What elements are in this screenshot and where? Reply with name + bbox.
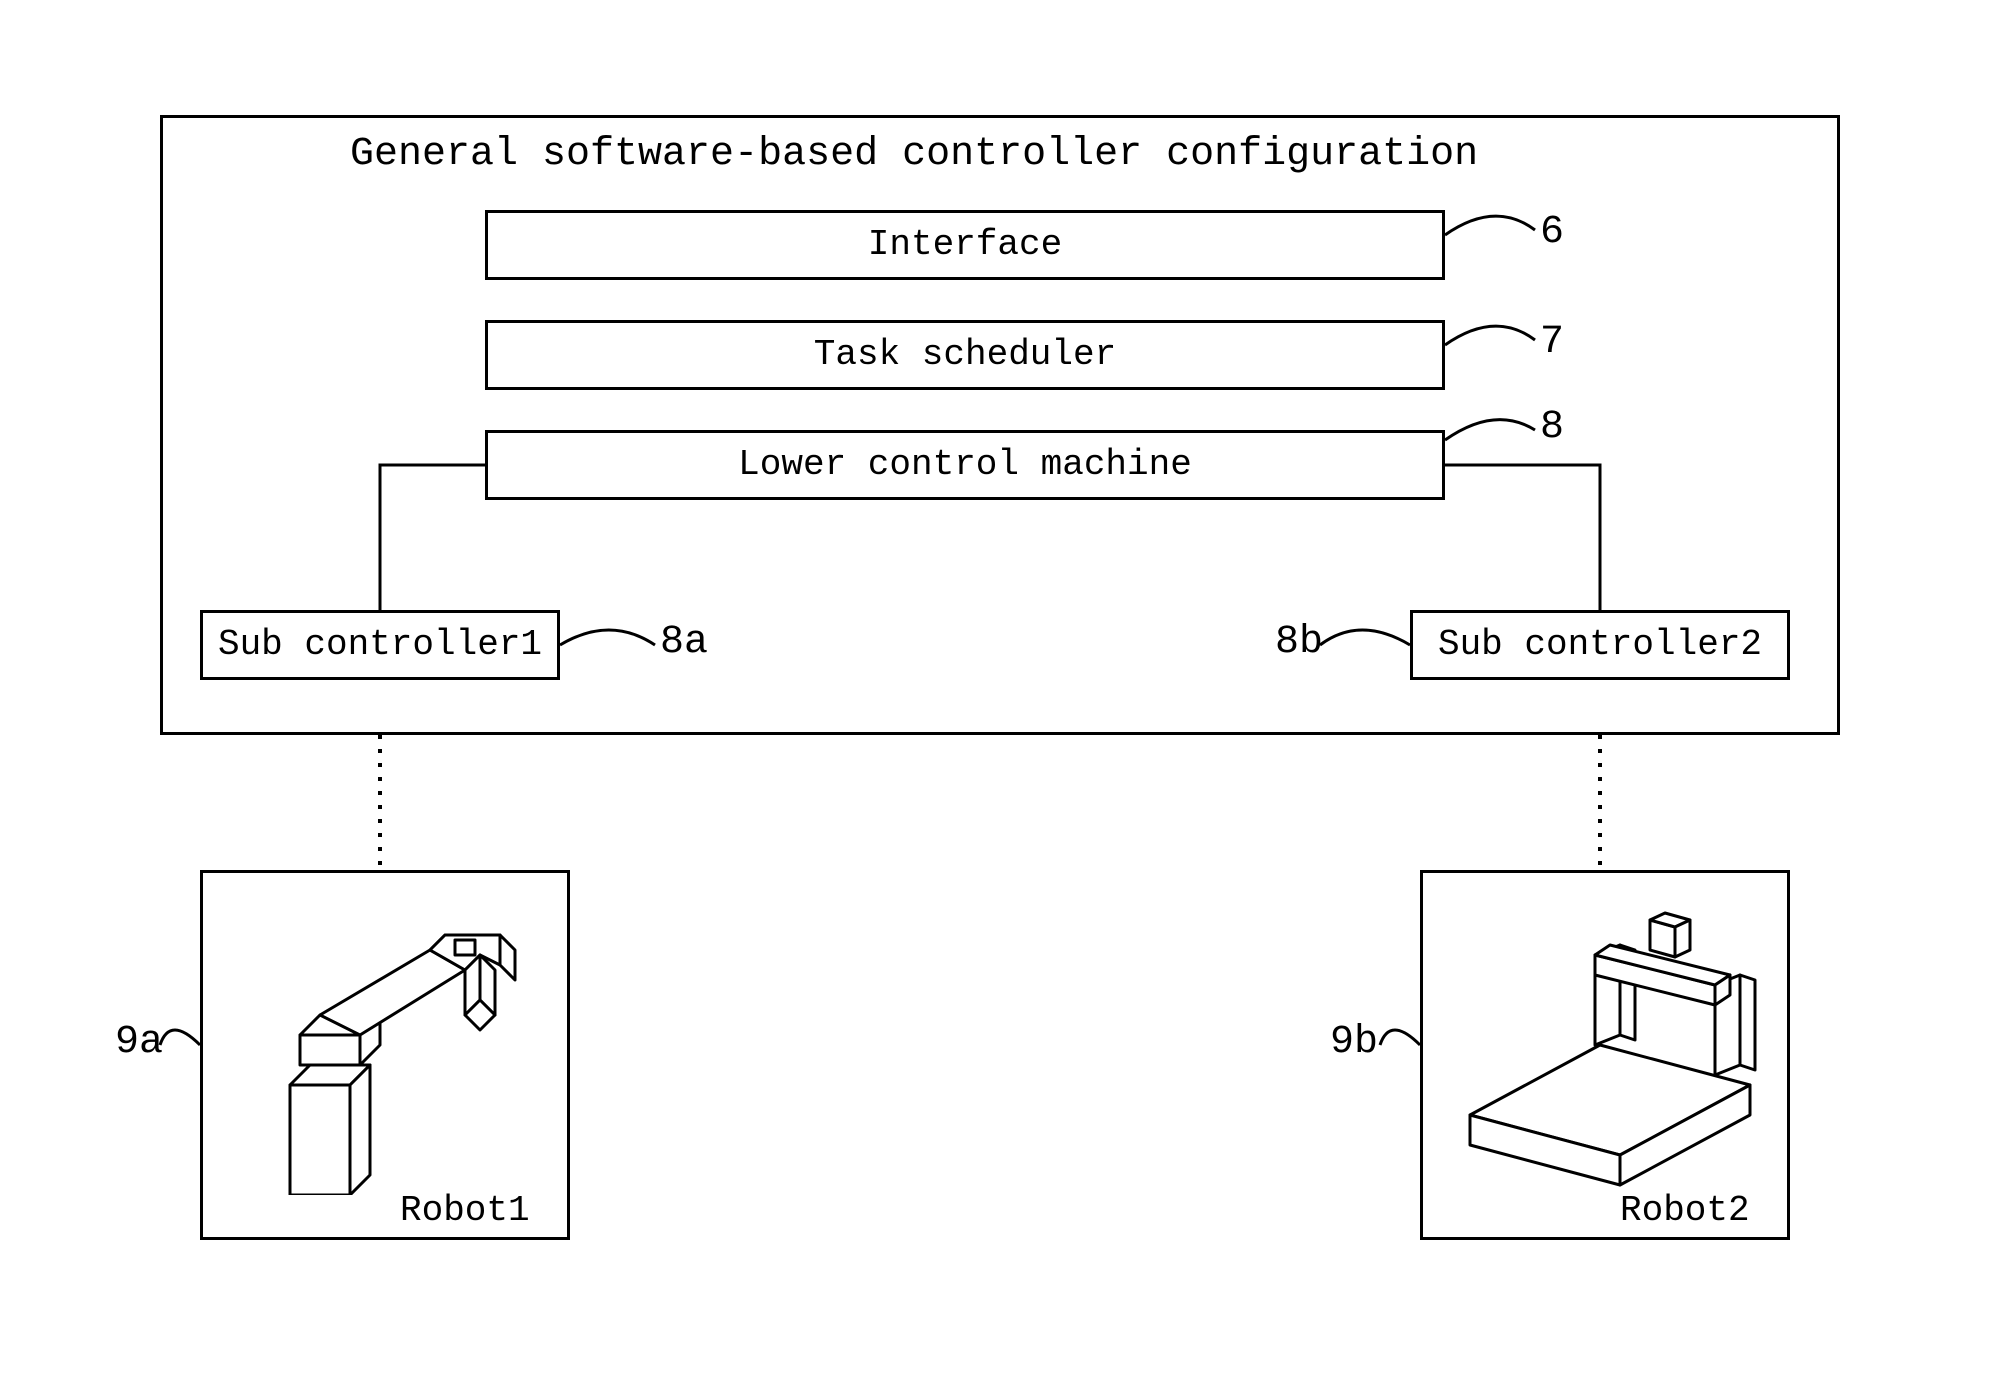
- task-scheduler-block: Task scheduler: [485, 320, 1445, 390]
- ref-sub1: 8a: [660, 620, 708, 665]
- robot-2-label: Robot2: [1620, 1190, 1750, 1231]
- robot-1-label: Robot1: [400, 1190, 530, 1231]
- ref-robot1: 9a: [115, 1020, 163, 1065]
- ref-robot2: 9b: [1330, 1020, 1378, 1065]
- robot-1-icon: [230, 895, 540, 1195]
- lower-control-block: Lower control machine: [485, 430, 1445, 500]
- sub-controller-2-block: Sub controller2: [1410, 610, 1790, 680]
- robot-2-icon: [1450, 895, 1760, 1195]
- lower-control-label: Lower control machine: [738, 447, 1192, 483]
- sub-controller-1-block: Sub controller1: [200, 610, 560, 680]
- interface-block: Interface: [485, 210, 1445, 280]
- ref-sub2: 8b: [1275, 620, 1323, 665]
- ref-task-scheduler: 7: [1540, 320, 1564, 365]
- interface-label: Interface: [868, 227, 1062, 263]
- sub-controller-2-label: Sub controller2: [1438, 627, 1762, 663]
- diagram-title: General software-based controller config…: [350, 132, 1478, 177]
- diagram-canvas: General software-based controller config…: [0, 0, 1994, 1394]
- ref-lower-control: 8: [1540, 405, 1564, 450]
- ref-interface: 6: [1540, 210, 1564, 255]
- task-scheduler-label: Task scheduler: [814, 337, 1116, 373]
- sub-controller-1-label: Sub controller1: [218, 627, 542, 663]
